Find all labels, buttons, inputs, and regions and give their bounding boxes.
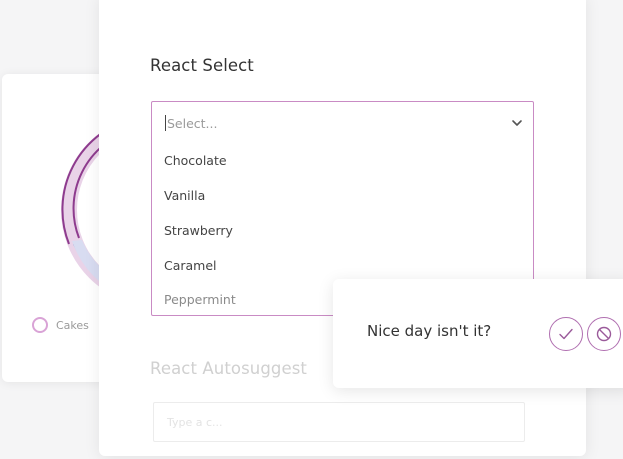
toast-notification: Nice day isn't it?	[333, 279, 623, 388]
ban-icon	[596, 326, 612, 342]
autosuggest-input[interactable]: Type a c...	[153, 402, 525, 442]
legend-item-cakes[interactable]: Cakes	[32, 317, 89, 333]
legend-label: Cakes	[56, 318, 89, 332]
select-option-caramel[interactable]: Caramel	[164, 258, 217, 273]
select-option-chocolate[interactable]: Chocolate	[164, 153, 227, 168]
legend-swatch	[32, 317, 48, 333]
select-option-peppermint[interactable]: Peppermint	[164, 292, 236, 307]
select-control[interactable]: Select...	[152, 102, 533, 144]
confirm-button[interactable]	[549, 317, 583, 351]
select-placeholder: Select...	[167, 116, 218, 131]
select-option-strawberry[interactable]: Strawberry	[164, 223, 233, 238]
chevron-down-icon[interactable]	[511, 117, 523, 129]
text-caret	[165, 115, 166, 131]
cancel-button[interactable]	[587, 317, 621, 351]
check-icon	[559, 328, 573, 340]
toast-message: Nice day isn't it?	[367, 322, 492, 340]
autosuggest-placeholder: Type a c...	[167, 416, 223, 429]
page: Cakes React Select Select... Chocolate V…	[0, 0, 623, 459]
select-option-vanilla[interactable]: Vanilla	[164, 188, 205, 203]
react-select-title: React Select	[150, 56, 254, 75]
react-autosuggest-title: React Autosuggest	[150, 359, 307, 378]
